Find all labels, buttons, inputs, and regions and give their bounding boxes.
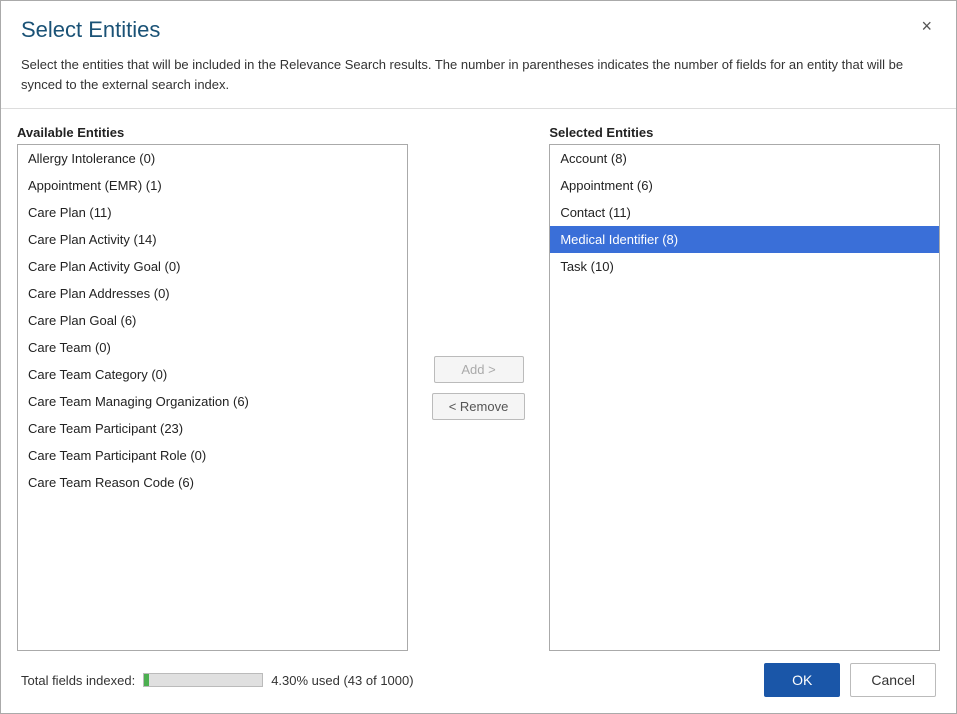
dialog-description: Select the entities that will be include… (1, 51, 956, 108)
list-item[interactable]: Care Plan (11) (18, 199, 407, 226)
list-item[interactable]: Care Team Reason Code (6) (18, 469, 407, 496)
selected-panel-label: Selected Entities (549, 125, 940, 140)
available-entities-list[interactable]: Allergy Intolerance (0)Appointment (EMR)… (17, 144, 408, 651)
list-item[interactable]: Care Team Participant (23) (18, 415, 407, 442)
index-info: Total fields indexed: 4.30% used (43 of … (21, 673, 414, 688)
progress-bar-background (143, 673, 263, 687)
list-item[interactable]: Care Plan Addresses (0) (18, 280, 407, 307)
index-label: Total fields indexed: (21, 673, 135, 688)
selected-entities-panel: Selected Entities Account (8)Appointment… (549, 125, 940, 651)
progress-text: 4.30% used (43 of 1000) (271, 673, 413, 688)
list-item[interactable]: Allergy Intolerance (0) (18, 145, 407, 172)
dialog-header: Select Entities × (1, 1, 956, 51)
available-entities-panel: Available Entities Allergy Intolerance (… (17, 125, 408, 651)
ok-button[interactable]: OK (764, 663, 840, 697)
list-item[interactable]: Task (10) (550, 253, 939, 280)
footer-buttons: OK Cancel (764, 663, 936, 697)
list-item[interactable]: Medical Identifier (8) (550, 226, 939, 253)
remove-button[interactable]: < Remove (432, 393, 526, 420)
available-panel-label: Available Entities (17, 125, 408, 140)
cancel-button[interactable]: Cancel (850, 663, 936, 697)
content-area: Available Entities Allergy Intolerance (… (1, 109, 956, 651)
list-item[interactable]: Contact (11) (550, 199, 939, 226)
close-button[interactable]: × (917, 17, 936, 35)
list-item[interactable]: Care Team Category (0) (18, 361, 407, 388)
list-item[interactable]: Appointment (EMR) (1) (18, 172, 407, 199)
list-item[interactable]: Care Team Managing Organization (6) (18, 388, 407, 415)
list-item[interactable]: Care Team (0) (18, 334, 407, 361)
add-button[interactable]: Add > (434, 356, 524, 383)
select-entities-dialog: Select Entities × Select the entities th… (0, 0, 957, 714)
list-item[interactable]: Appointment (6) (550, 172, 939, 199)
dialog-title: Select Entities (21, 17, 160, 43)
list-item[interactable]: Account (8) (550, 145, 939, 172)
list-item[interactable]: Care Plan Goal (6) (18, 307, 407, 334)
selected-entities-list[interactable]: Account (8)Appointment (6)Contact (11)Me… (549, 144, 940, 651)
list-item[interactable]: Care Team Participant Role (0) (18, 442, 407, 469)
footer: Total fields indexed: 4.30% used (43 of … (1, 651, 956, 713)
middle-controls: Add > < Remove (408, 125, 550, 651)
progress-bar-fill (144, 674, 149, 686)
list-item[interactable]: Care Plan Activity Goal (0) (18, 253, 407, 280)
list-item[interactable]: Care Plan Activity (14) (18, 226, 407, 253)
